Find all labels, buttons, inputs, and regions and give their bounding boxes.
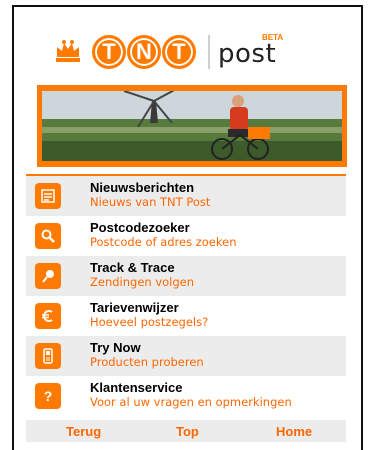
- logo-letter-n: N: [127, 35, 161, 69]
- news-icon: [35, 183, 61, 209]
- logo-divider: [208, 35, 210, 69]
- menu-item-title[interactable]: Track & Trace: [90, 260, 194, 275]
- menu-item-text: Nieuwsberichten Nieuws van TNT Post: [90, 180, 210, 210]
- menu-item-text: Track & Trace Zendingen volgen: [90, 260, 194, 290]
- menu-item-subtitle[interactable]: Zendingen volgen: [90, 275, 194, 290]
- main-menu: Nieuwsberichten Nieuws van TNT Post Post…: [26, 176, 346, 416]
- menu-item-nieuwsberichten[interactable]: Nieuwsberichten Nieuws van TNT Post: [26, 176, 346, 216]
- menu-item-try-now[interactable]: Try Now Producten proberen: [26, 336, 346, 376]
- beta-badge: BETA: [262, 33, 284, 42]
- menu-item-title[interactable]: Nieuwsberichten: [90, 180, 210, 195]
- menu-item-text: Tarievenwijzer Hoeveel postzegels?: [90, 300, 208, 330]
- brand-suffix: post: [218, 39, 277, 69]
- menu-item-title[interactable]: Postcodezoeker: [90, 220, 237, 235]
- menu-item-klantenservice[interactable]: ? Klantenservice Voor al uw vragen en op…: [26, 376, 346, 416]
- top-link[interactable]: Top: [176, 424, 199, 439]
- svg-text:?: ?: [44, 388, 53, 404]
- pin-icon: [35, 263, 61, 289]
- menu-item-tarievenwijzer[interactable]: Tarievenwijzer Hoeveel postzegels?: [26, 296, 346, 336]
- back-link[interactable]: Terug: [66, 424, 101, 439]
- menu-item-text: Klantenservice Voor al uw vragen en opme…: [90, 380, 292, 410]
- logo-letter-t1: T: [92, 35, 126, 69]
- menu-item-title[interactable]: Tarievenwijzer: [90, 300, 208, 315]
- logo-letter-t2: T: [162, 35, 196, 69]
- question-icon: ?: [35, 383, 61, 409]
- menu-item-track-trace[interactable]: Track & Trace Zendingen volgen: [26, 256, 346, 296]
- menu-item-subtitle[interactable]: Hoeveel postzegels?: [90, 315, 208, 330]
- euro-icon: [35, 303, 61, 329]
- crown-icon: [56, 40, 80, 62]
- menu-item-title[interactable]: Klantenservice: [90, 380, 292, 395]
- menu-item-subtitle[interactable]: Voor al uw vragen en opmerkingen: [90, 395, 292, 410]
- footer-nav: Terug Top Home: [26, 420, 346, 442]
- menu-item-subtitle[interactable]: Postcode of adres zoeken: [90, 235, 237, 250]
- menu-item-text: Try Now Producten proberen: [90, 340, 204, 370]
- search-icon: [35, 223, 61, 249]
- menu-item-subtitle[interactable]: Nieuws van TNT Post: [90, 195, 210, 210]
- menu-item-subtitle[interactable]: Producten proberen: [90, 355, 204, 370]
- tnt-logo: T N T: [92, 35, 196, 69]
- banner-image: [37, 85, 347, 167]
- menu-item-postcodezoeker[interactable]: Postcodezoeker Postcode of adres zoeken: [26, 216, 346, 256]
- menu-item-title[interactable]: Try Now: [90, 340, 204, 355]
- home-link[interactable]: Home: [276, 424, 312, 439]
- menu-item-text: Postcodezoeker Postcode of adres zoeken: [90, 220, 237, 250]
- phone-icon: [35, 343, 61, 369]
- cyclist-windmill-photo-icon: [42, 91, 342, 161]
- header: T N T post BETA: [16, 29, 361, 79]
